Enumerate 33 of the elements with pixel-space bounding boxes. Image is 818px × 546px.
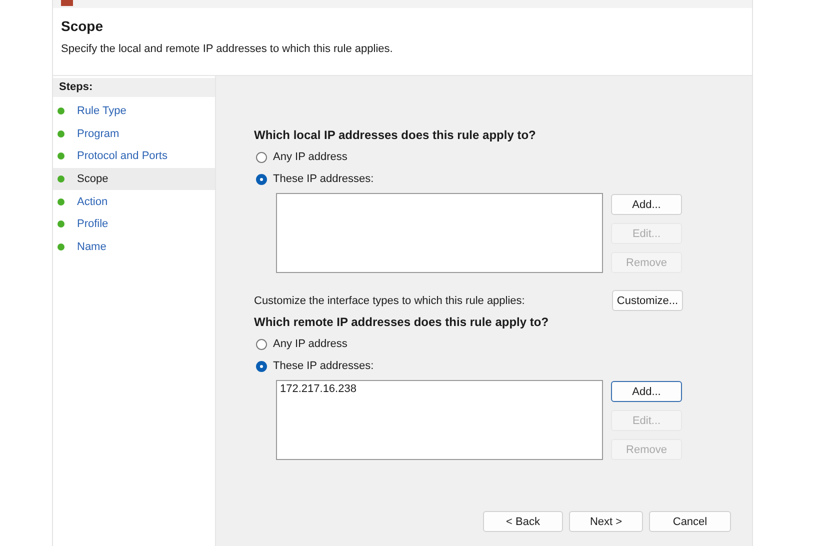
ip-address-entry[interactable]: 172.217.16.238	[280, 383, 599, 395]
page-description: Specify the local and remote IP addresses to which this rule applies.	[61, 43, 394, 55]
step-item[interactable]: Scope	[53, 168, 215, 190]
wizard-button[interactable]: Next >	[569, 511, 643, 532]
dot-icon	[57, 220, 65, 228]
ip-address-list[interactable]	[276, 193, 603, 273]
wizard-button[interactable]: < Back	[483, 511, 563, 532]
list-action-button[interactable]: Add...	[611, 194, 682, 215]
radio-option[interactable]: Any IP address	[254, 146, 752, 168]
dot-icon	[57, 175, 65, 184]
step-item[interactable]: Profile	[53, 212, 215, 236]
dot-icon	[57, 130, 65, 138]
radio-option[interactable]: These IP addresses:	[254, 355, 752, 377]
step-item[interactable]: Program	[53, 122, 215, 146]
ip-address-list[interactable]: 172.217.16.238	[276, 380, 603, 460]
page-title: Scope	[61, 18, 104, 34]
radio-option[interactable]: Any IP address	[254, 333, 752, 355]
radio-option[interactable]: These IP addresses:	[254, 168, 752, 190]
step-item[interactable]: Rule Type	[53, 100, 215, 123]
customize-label: Customize the interface types to which this rule applies:	[254, 294, 525, 306]
wizard-button[interactable]: Cancel	[649, 511, 731, 532]
dot-icon	[57, 198, 65, 206]
question-heading: Which remote IP addresses does this rule apply to?	[254, 315, 550, 329]
dot-icon	[57, 242, 65, 251]
dot-icon	[57, 152, 65, 160]
list-action-button[interactable]: Add...	[611, 381, 682, 402]
steps-heading: Steps:	[53, 78, 215, 97]
step-item[interactable]: Name	[53, 236, 215, 258]
question-heading: Which local IP addresses does this rule apply to?	[254, 128, 537, 142]
customize-button[interactable]: Customize...	[612, 290, 683, 311]
step-item[interactable]: Protocol and Ports	[53, 145, 215, 168]
step-item[interactable]: Action	[53, 190, 215, 213]
dot-icon	[57, 107, 65, 116]
